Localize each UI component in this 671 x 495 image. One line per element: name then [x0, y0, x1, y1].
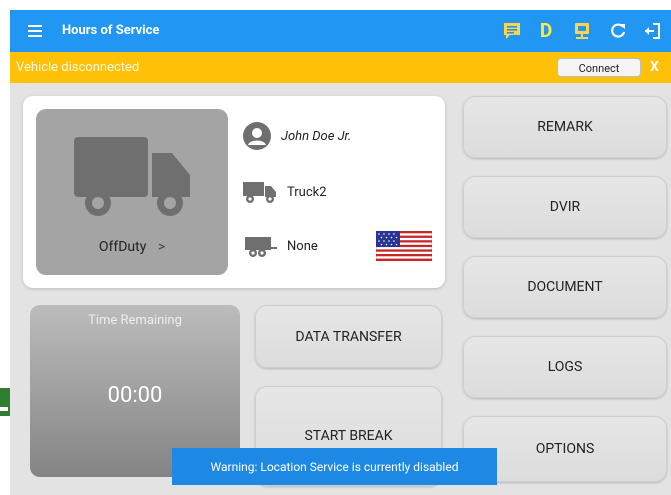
- trailer-name: None: [287, 238, 318, 254]
- truck-icon: [74, 137, 190, 216]
- time-remaining-label: Time Remaining: [88, 313, 182, 328]
- vehicle-row: Truck2: [243, 180, 327, 204]
- location-warning-toast: Warning: Location Service is currently d…: [172, 448, 497, 485]
- driver-name: John Doe Jr.: [281, 128, 352, 144]
- connection-status-text: Vehicle disconnected: [16, 60, 140, 75]
- dvir-button[interactable]: DVIR: [463, 176, 667, 238]
- duty-status-text: OffDuty: [98, 239, 147, 255]
- us-flag-icon: [376, 231, 432, 261]
- menu-icon[interactable]: [26, 22, 44, 40]
- logout-icon[interactable]: [640, 19, 664, 43]
- connection-banner: Vehicle disconnected Connect X: [10, 52, 671, 83]
- app-title: Hours of Service: [62, 23, 160, 38]
- message-icon[interactable]: [500, 19, 524, 43]
- connect-button[interactable]: Connect: [557, 58, 641, 77]
- vehicle-truck-icon: [243, 182, 276, 203]
- document-button[interactable]: DOCUMENT: [463, 256, 667, 318]
- duty-status-label: OffDuty >: [36, 239, 228, 255]
- data-transfer-button[interactable]: DATA TRANSFER: [255, 305, 442, 368]
- logs-button[interactable]: LOGS: [463, 336, 667, 398]
- device-icon[interactable]: [570, 19, 594, 43]
- remark-button[interactable]: REMARK: [463, 96, 667, 158]
- banner-close-button[interactable]: X: [650, 52, 659, 83]
- app-window: Hours of Service D Vehicle disconnected …: [10, 10, 671, 495]
- trailer-icon: [245, 237, 277, 257]
- vehicle-name: Truck2: [287, 184, 327, 200]
- trailer-row: None: [243, 234, 318, 258]
- chevron-right-icon: >: [157, 239, 166, 255]
- refresh-icon[interactable]: [606, 19, 630, 43]
- app-bar: Hours of Service D: [10, 10, 671, 52]
- background-edge-artifact: [0, 383, 10, 443]
- driver-info-card: OffDuty > John Doe Jr. Truck2 None: [23, 96, 445, 288]
- driver-avatar-icon: [243, 122, 271, 150]
- driver-row: John Doe Jr.: [243, 122, 351, 150]
- duty-status-tile[interactable]: OffDuty >: [36, 109, 228, 275]
- duty-status-d-icon[interactable]: D: [534, 19, 558, 43]
- time-remaining-value: 00:00: [107, 383, 163, 408]
